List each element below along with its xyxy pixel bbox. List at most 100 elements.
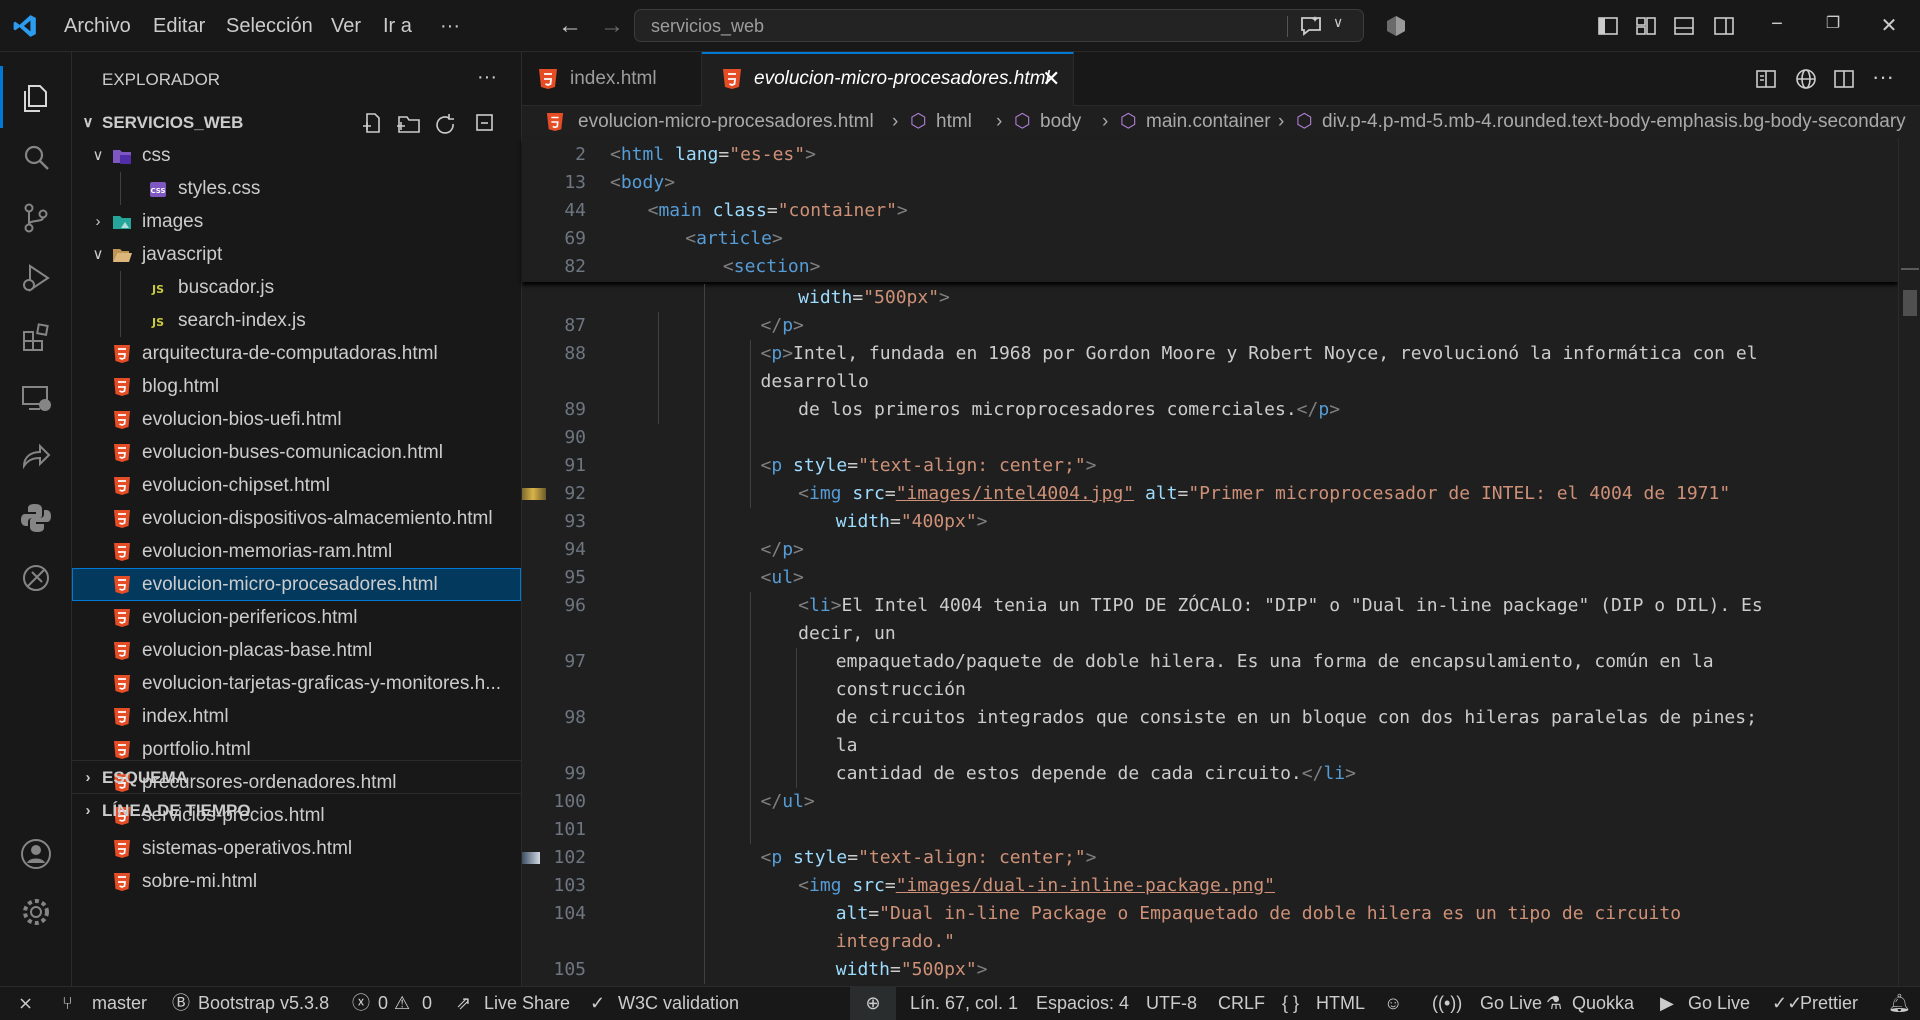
- encoding[interactable]: UTF-8: [1146, 987, 1197, 1020]
- forward-arrow-icon[interactable]: →: [600, 13, 624, 39]
- tree-item-styles-css[interactable]: CSS styles.css: [72, 172, 521, 205]
- go-live-status-1[interactable]: Go Live: [1480, 987, 1542, 1020]
- indentation[interactable]: Espacios: 4: [1036, 987, 1129, 1020]
- globe-icon[interactable]: [1794, 67, 1818, 91]
- outline-section[interactable]: › ESQUEMA: [72, 760, 521, 793]
- run-debug-icon[interactable]: [18, 260, 54, 296]
- search-icon[interactable]: [18, 140, 54, 176]
- line-number: [522, 620, 586, 648]
- language-mode[interactable]: HTML: [1316, 987, 1365, 1020]
- branch-status[interactable]: master: [92, 987, 147, 1020]
- settings-gear-icon[interactable]: [18, 894, 54, 930]
- w3c-validation-status[interactable]: W3C validation: [618, 987, 739, 1020]
- code-token: de circuitos integrados que consiste en …: [835, 707, 1757, 728]
- quokka-status[interactable]: Quokka: [1572, 987, 1634, 1020]
- remote-indicator-icon[interactable]: ⨯: [18, 987, 33, 1020]
- remote-explorer-icon[interactable]: [18, 380, 54, 416]
- warning-count[interactable]: 0: [422, 987, 432, 1020]
- split-editor-icon[interactable]: [1832, 67, 1856, 91]
- zoom-icon[interactable]: ⊕: [850, 987, 896, 1020]
- scrollbar-thumb[interactable]: [1903, 290, 1917, 316]
- more-actions-icon[interactable]: ···: [477, 66, 497, 89]
- explorer-actions[interactable]: [353, 112, 503, 134]
- live-share-icon[interactable]: [18, 440, 54, 476]
- quokka-icon: ⚗: [1546, 993, 1563, 1013]
- accounts-shield-icon[interactable]: [1384, 14, 1408, 38]
- toggle-panel-icon[interactable]: [1672, 14, 1696, 38]
- breadcrumb-file[interactable]: evolucion-micro-procesadores.html: [578, 106, 874, 138]
- image-preview-icon[interactable]: [522, 488, 546, 500]
- image-preview-icon[interactable]: [522, 852, 540, 864]
- cursor-position[interactable]: Lín. 67, col. 1: [910, 987, 1018, 1020]
- line-number: 96: [564, 595, 586, 616]
- extensions-icon[interactable]: [18, 320, 54, 356]
- tree-item-evolucion-buses-comunicacion-html[interactable]: evolucion-buses-comunicacion.html: [72, 436, 521, 469]
- go-live-status-2[interactable]: Go Live: [1688, 987, 1750, 1020]
- tree-item-sistemas-operativos-html[interactable]: sistemas-operativos.html: [72, 832, 521, 865]
- restore-icon[interactable]: ❐: [1818, 13, 1848, 33]
- code-line: width="500px">: [798, 284, 950, 312]
- menu-seleccion[interactable]: Selección: [226, 0, 313, 52]
- python-icon[interactable]: [18, 500, 54, 536]
- customize-layout-icon[interactable]: [1634, 14, 1658, 38]
- tree-item-evolucion-micro-procesadores-html[interactable]: evolucion-micro-procesadores.html: [72, 568, 521, 601]
- error-count[interactable]: 0: [378, 987, 388, 1020]
- tree-item-arquitectura-de-computadoras-html[interactable]: arquitectura-de-computadoras.html: [72, 337, 521, 370]
- menu-ir-a[interactable]: Ir a: [383, 0, 412, 52]
- breadcrumb-div[interactable]: div.p-4.p-md-5.mb-4.rounded.text-body-em…: [1322, 106, 1906, 138]
- prettier-status[interactable]: Prettier: [1800, 987, 1858, 1020]
- close-window-icon[interactable]: ✕: [1874, 13, 1904, 38]
- tree-item-css[interactable]: ∨ css: [72, 139, 521, 172]
- sticky-scroll-header[interactable]: 2 <html lang="es-es"> 13 <body> 44 <main clas…: [522, 138, 1898, 282]
- menu-archivo[interactable]: Archivo: [64, 0, 131, 52]
- vertical-scrollbar[interactable]: [1898, 138, 1920, 986]
- code-editor[interactable]: width="500px"> 87 </p> 88 <p>Intel, fundada …: [522, 282, 1898, 986]
- tab-index-html[interactable]: index.html: [522, 52, 702, 106]
- status-bar: ⨯ ⑂ master Ⓑ Bootstrap v5.3.8 ⓧ 0 ⚠ 0 ⇗ …: [0, 986, 1920, 1020]
- tree-item-evolucion-memorias-ram-html[interactable]: evolucion-memorias-ram.html: [72, 535, 521, 568]
- tree-item-javascript[interactable]: ∨ javascript: [72, 238, 521, 271]
- breadcrumb-main[interactable]: main.container: [1146, 106, 1271, 138]
- tree-item-evolucion-perifericos-html[interactable]: evolucion-perifericos.html: [72, 601, 521, 634]
- menu-more[interactable]: ···: [440, 0, 460, 52]
- tree-item-evolucion-tarjetas-graficas-y-monitores-h-[interactable]: evolucion-tarjetas-graficas-y-monitores.…: [72, 667, 521, 700]
- tree-item-evolucion-dispositivos-almacemiento-html[interactable]: evolucion-dispositivos-almacemiento.html: [72, 502, 521, 535]
- live-share-status[interactable]: Live Share: [484, 987, 570, 1020]
- code-token: >: [771, 228, 783, 249]
- workspace-root[interactable]: ∨ SERVICIOS_WEB: [72, 106, 521, 139]
- tree-item-buscador-js[interactable]: JS buscador.js: [72, 271, 521, 304]
- tree-item-blog-html[interactable]: blog.html: [72, 370, 521, 403]
- open-preview-icon[interactable]: [1754, 67, 1778, 91]
- code-token: <: [760, 847, 772, 868]
- explorer-icon[interactable]: [18, 80, 54, 116]
- tab-evolucion-micro-procesadores[interactable]: evolucion-micro-procesadores.html ✕: [702, 52, 1074, 106]
- notifications-bell-icon[interactable]: 🔔︎: [1888, 987, 1911, 1020]
- breadcrumb-html[interactable]: html: [936, 106, 972, 138]
- minimize-icon[interactable]: −: [1762, 13, 1792, 36]
- tree-item-images[interactable]: › images: [72, 205, 521, 238]
- menu-ver[interactable]: Ver: [331, 0, 361, 52]
- back-arrow-icon[interactable]: ←: [558, 13, 582, 39]
- toggle-primary-sidebar-icon[interactable]: [1596, 14, 1620, 38]
- source-control-icon[interactable]: [18, 200, 54, 236]
- copilot-chat-icon[interactable]: [1299, 15, 1323, 37]
- menu-editar[interactable]: Editar: [153, 0, 205, 52]
- toggle-secondary-sidebar-icon[interactable]: [1712, 14, 1736, 38]
- breadcrumb-body[interactable]: body: [1040, 106, 1081, 138]
- accounts-icon[interactable]: [18, 836, 54, 872]
- close-tab-icon[interactable]: ✕: [1042, 54, 1060, 104]
- extension-tool-icon[interactable]: [18, 560, 54, 596]
- tree-item-search-index-js[interactable]: JS search-index.js: [72, 304, 521, 337]
- timeline-section[interactable]: › LÍNEA DE TIEMPO: [72, 793, 521, 826]
- chevron-down-icon[interactable]: ∨: [1333, 14, 1343, 31]
- more-actions-icon[interactable]: ···: [1872, 64, 1894, 90]
- tree-item-sobre-mi-html[interactable]: sobre-mi.html: [72, 865, 521, 898]
- tree-item-evolucion-bios-uefi-html[interactable]: evolucion-bios-uefi.html: [72, 403, 521, 436]
- end-of-line[interactable]: CRLF: [1218, 987, 1265, 1020]
- tree-item-evolucion-chipset-html[interactable]: evolucion-chipset.html: [72, 469, 521, 502]
- bootstrap-status[interactable]: Bootstrap v5.3.8: [198, 987, 329, 1020]
- tree-item-evolucion-placas-base-html[interactable]: evolucion-placas-base.html: [72, 634, 521, 667]
- command-center-search[interactable]: servicios_web ∨: [634, 9, 1364, 42]
- copilot-icon[interactable]: ☺: [1384, 987, 1402, 1020]
- tree-item-index-html[interactable]: index.html: [72, 700, 521, 733]
